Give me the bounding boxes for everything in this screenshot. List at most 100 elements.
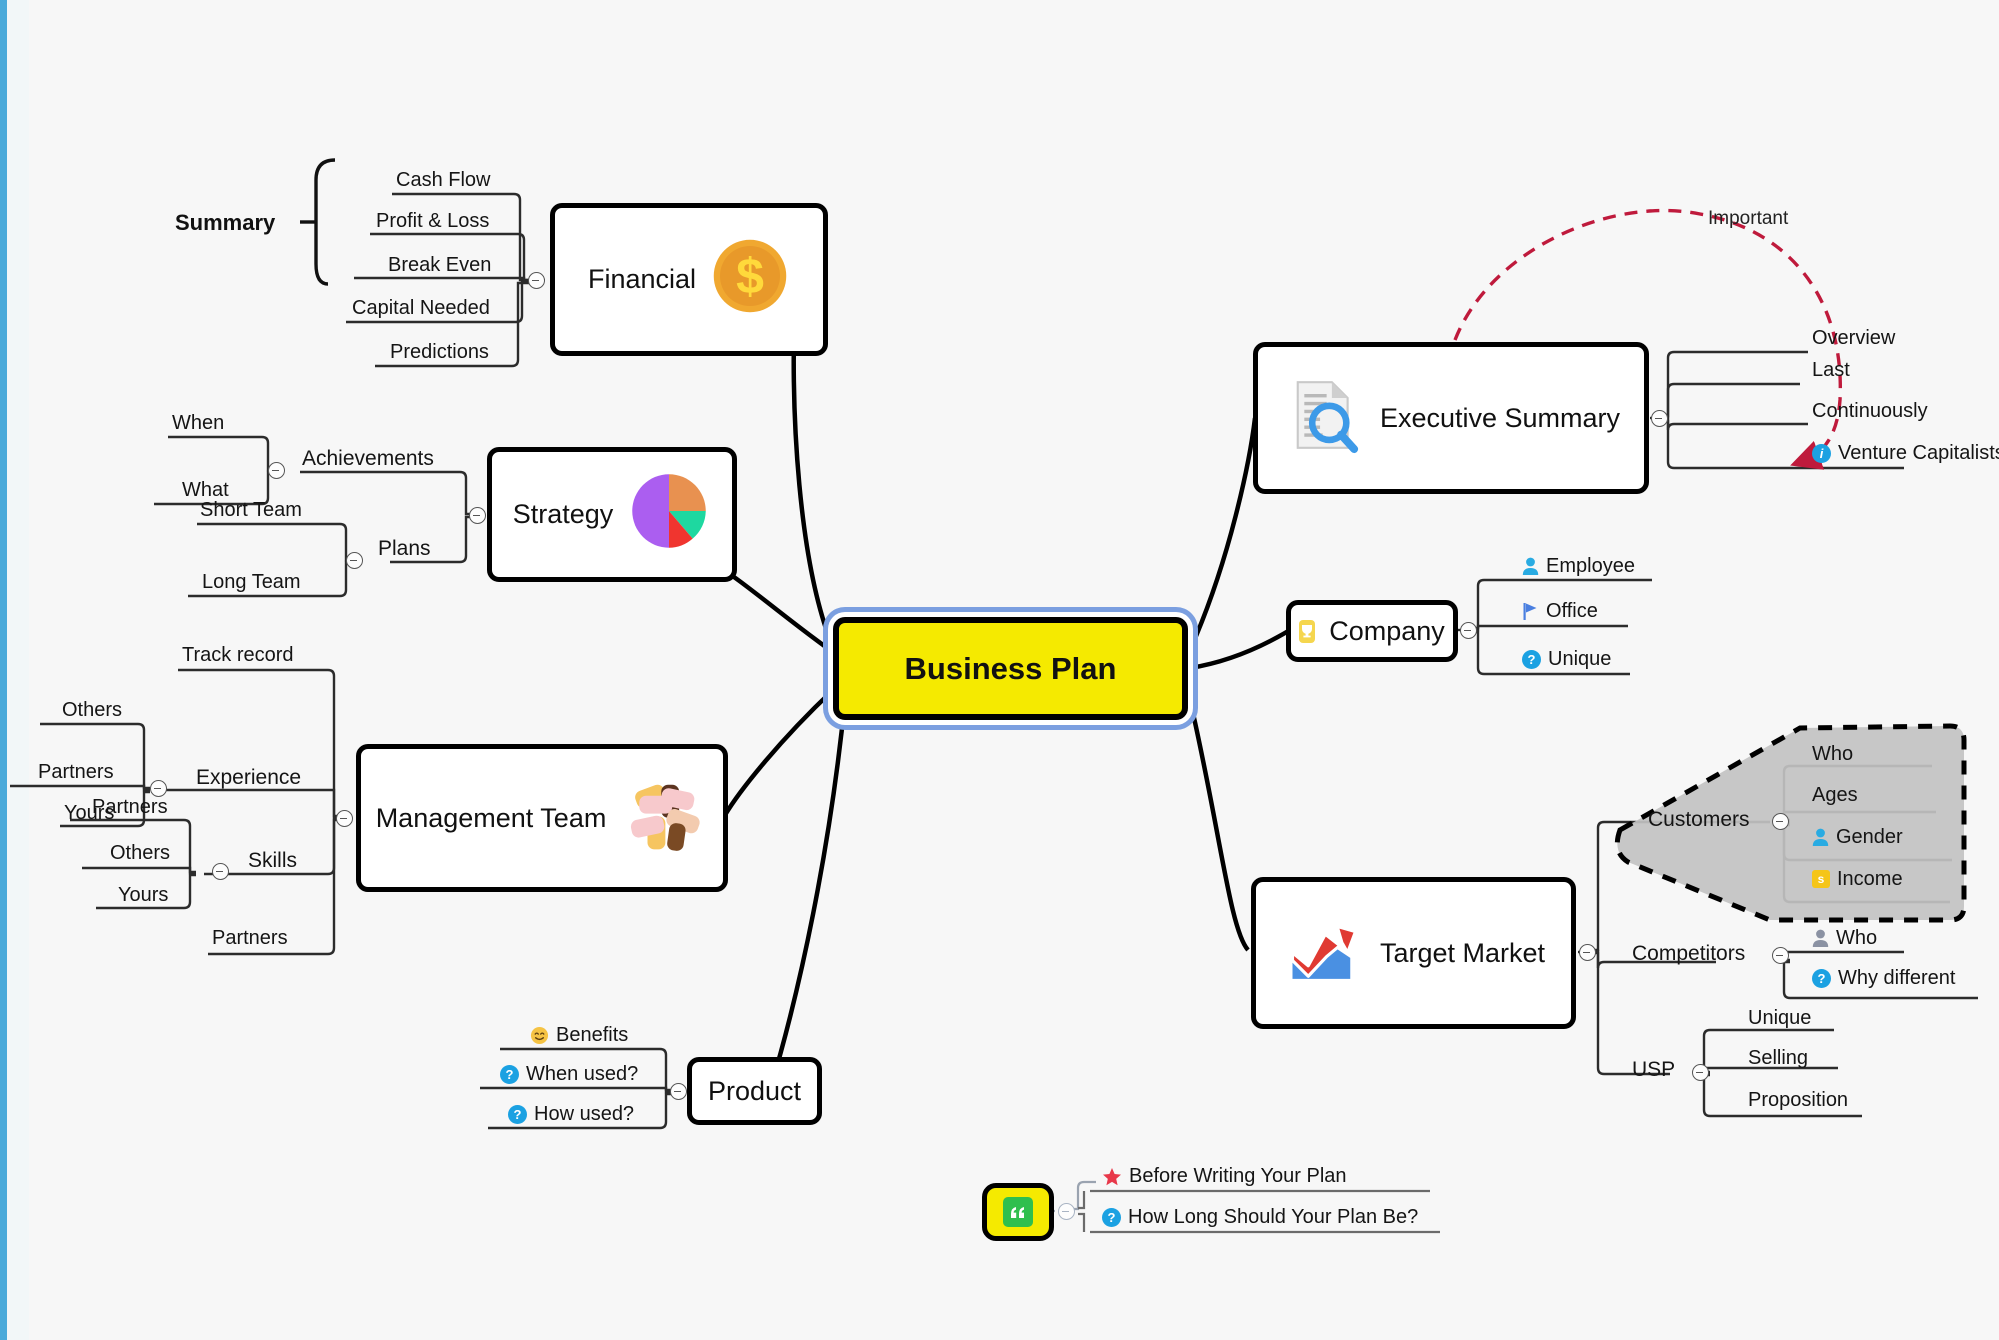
node-skills[interactable]: Skills	[248, 849, 297, 873]
node-strategy[interactable]: Strategy	[487, 447, 737, 582]
leaf-profit-loss[interactable]: Profit & Loss	[376, 211, 489, 231]
node-target-market[interactable]: Target Market	[1251, 877, 1576, 1029]
leaf-benefits[interactable]: Benefits	[530, 1025, 628, 1045]
leaf-usp-selling[interactable]: Selling	[1748, 1048, 1808, 1068]
toggle-strategy[interactable]	[469, 507, 486, 524]
leaf-break-even[interactable]: Break Even	[388, 255, 491, 275]
leaf-experience-partners[interactable]: Partners	[38, 762, 114, 782]
toggle-plans[interactable]	[346, 552, 363, 569]
leaf-office-label: Office	[1546, 600, 1598, 622]
leaf-employee[interactable]: Employee	[1522, 556, 1635, 576]
leaf-why-different[interactable]: ? Why different	[1812, 968, 1955, 988]
leaf-experience-others[interactable]: Others	[62, 700, 122, 720]
leaf-unique-company[interactable]: ? Unique	[1522, 649, 1611, 669]
leaf-customers-income-label: Income	[1837, 868, 1903, 890]
growth-chart-icon	[1282, 908, 1366, 999]
node-executive-summary[interactable]: Executive Summary	[1253, 342, 1649, 494]
leaf-venture-capitalists[interactable]: i Venture Capitalists	[1812, 443, 1999, 463]
leaf-customers-income[interactable]: s Income	[1812, 869, 1903, 889]
leaf-competitors-who-label: Who	[1836, 927, 1878, 949]
leaf-office[interactable]: Office	[1522, 601, 1598, 621]
toggle-skills[interactable]	[212, 863, 229, 880]
leaf-skills-others[interactable]: Others	[110, 843, 170, 863]
toggle-executive-summary[interactable]	[1651, 410, 1668, 427]
svg-text:$: $	[736, 249, 764, 305]
toggle-product[interactable]	[670, 1083, 687, 1100]
toggle-floating-note[interactable]	[1058, 1203, 1075, 1220]
toggle-target-market[interactable]	[1579, 944, 1596, 961]
handshake-hands-icon	[620, 771, 708, 866]
toggle-experience[interactable]	[150, 780, 167, 797]
leaf-skills-yours[interactable]: Yours	[118, 885, 168, 905]
left-edge-accent-strip	[0, 0, 7, 1340]
person-icon	[1812, 828, 1829, 847]
node-company[interactable]: Company	[1286, 600, 1458, 662]
leaf-predictions[interactable]: Predictions	[390, 342, 489, 362]
toggle-financial[interactable]	[528, 272, 545, 289]
gold-coin-dollar-icon: $	[710, 236, 790, 323]
relationship-label-important: Important	[1708, 208, 1789, 229]
central-node-label: Business Plan	[904, 650, 1117, 686]
node-usp[interactable]: USP	[1632, 1058, 1675, 1082]
question-icon: ?	[500, 1064, 519, 1084]
central-node-business-plan[interactable]: Business Plan	[833, 617, 1188, 720]
node-financial-label: Financial	[587, 264, 697, 294]
toggle-customers[interactable]	[1772, 813, 1789, 830]
node-management-team[interactable]: Management Team	[356, 744, 728, 892]
star-icon	[1102, 1167, 1122, 1186]
question-icon: ?	[1102, 1207, 1121, 1227]
leaf-management-partners[interactable]: Partners	[212, 928, 288, 948]
leaf-how-used[interactable]: ? How used?	[508, 1104, 634, 1124]
toggle-usp[interactable]	[1692, 1064, 1709, 1081]
node-strategy-label: Strategy	[512, 499, 614, 529]
flag-icon	[1522, 602, 1539, 621]
leaf-track-record[interactable]: Track record	[182, 645, 294, 665]
node-plans[interactable]: Plans	[378, 537, 431, 561]
leaf-how-long-label: How Long Should Your Plan Be?	[1128, 1206, 1419, 1228]
node-product[interactable]: Product	[687, 1057, 822, 1125]
question-icon: ?	[1812, 968, 1831, 988]
node-company-label: Company	[1329, 615, 1445, 646]
leaf-continuously[interactable]: Continuously	[1812, 401, 1928, 421]
toggle-management-team[interactable]	[336, 810, 353, 827]
group-label-summary: Summary	[175, 210, 276, 235]
leaf-achievements-what[interactable]: What	[182, 480, 229, 500]
leaf-how-long-should-plan-be[interactable]: ? How Long Should Your Plan Be?	[1102, 1207, 1418, 1227]
node-customers[interactable]: Customers	[1648, 808, 1750, 832]
money-icon: s	[1812, 870, 1830, 888]
toggle-achievements[interactable]	[268, 462, 285, 479]
node-floating-note[interactable]	[982, 1183, 1054, 1241]
leaf-unique-company-label: Unique	[1548, 648, 1612, 670]
left-edge-gutter	[7, 0, 29, 1340]
leaf-customers-gender[interactable]: Gender	[1812, 827, 1903, 847]
leaf-plans-long-team[interactable]: Long Team	[202, 572, 301, 592]
leaf-plans-short-team[interactable]: Short Team	[200, 500, 302, 520]
toggle-company[interactable]	[1460, 622, 1477, 639]
leaf-usp-unique[interactable]: Unique	[1748, 1008, 1811, 1028]
leaf-employee-label: Employee	[1546, 555, 1635, 577]
leaf-skills-partners[interactable]: Partners	[92, 797, 168, 817]
document-magnifier-icon	[1282, 373, 1366, 464]
toggle-competitors[interactable]	[1772, 947, 1789, 964]
leaf-customers-ages[interactable]: Ages	[1812, 785, 1858, 805]
node-experience[interactable]: Experience	[196, 766, 301, 790]
leaf-overview[interactable]: Overview	[1812, 328, 1895, 348]
smiley-icon	[530, 1026, 549, 1045]
quote-icon	[1003, 1197, 1033, 1227]
node-financial[interactable]: Financial $	[550, 203, 828, 356]
node-competitors[interactable]: Competitors	[1632, 942, 1745, 966]
leaf-achievements-when[interactable]: When	[172, 413, 224, 433]
node-achievements[interactable]: Achievements	[302, 447, 434, 471]
leaf-how-used-label: How used?	[534, 1103, 635, 1125]
leaf-when-used[interactable]: ? When used?	[500, 1064, 638, 1084]
leaf-capital-needed[interactable]: Capital Needed	[352, 298, 490, 318]
leaf-usp-proposition[interactable]: Proposition	[1748, 1090, 1848, 1110]
leaf-before-writing-label: Before Writing Your Plan	[1129, 1165, 1347, 1187]
leaf-cash-flow[interactable]: Cash Flow	[396, 170, 490, 190]
leaf-last[interactable]: Last	[1812, 360, 1850, 380]
leaf-competitors-who[interactable]: Who	[1812, 928, 1877, 948]
leaf-before-writing-your-plan[interactable]: Before Writing Your Plan	[1102, 1166, 1347, 1186]
leaf-when-used-label: When used?	[526, 1063, 639, 1085]
pie-chart-icon	[627, 469, 711, 560]
leaf-customers-who[interactable]: Who	[1812, 744, 1853, 764]
